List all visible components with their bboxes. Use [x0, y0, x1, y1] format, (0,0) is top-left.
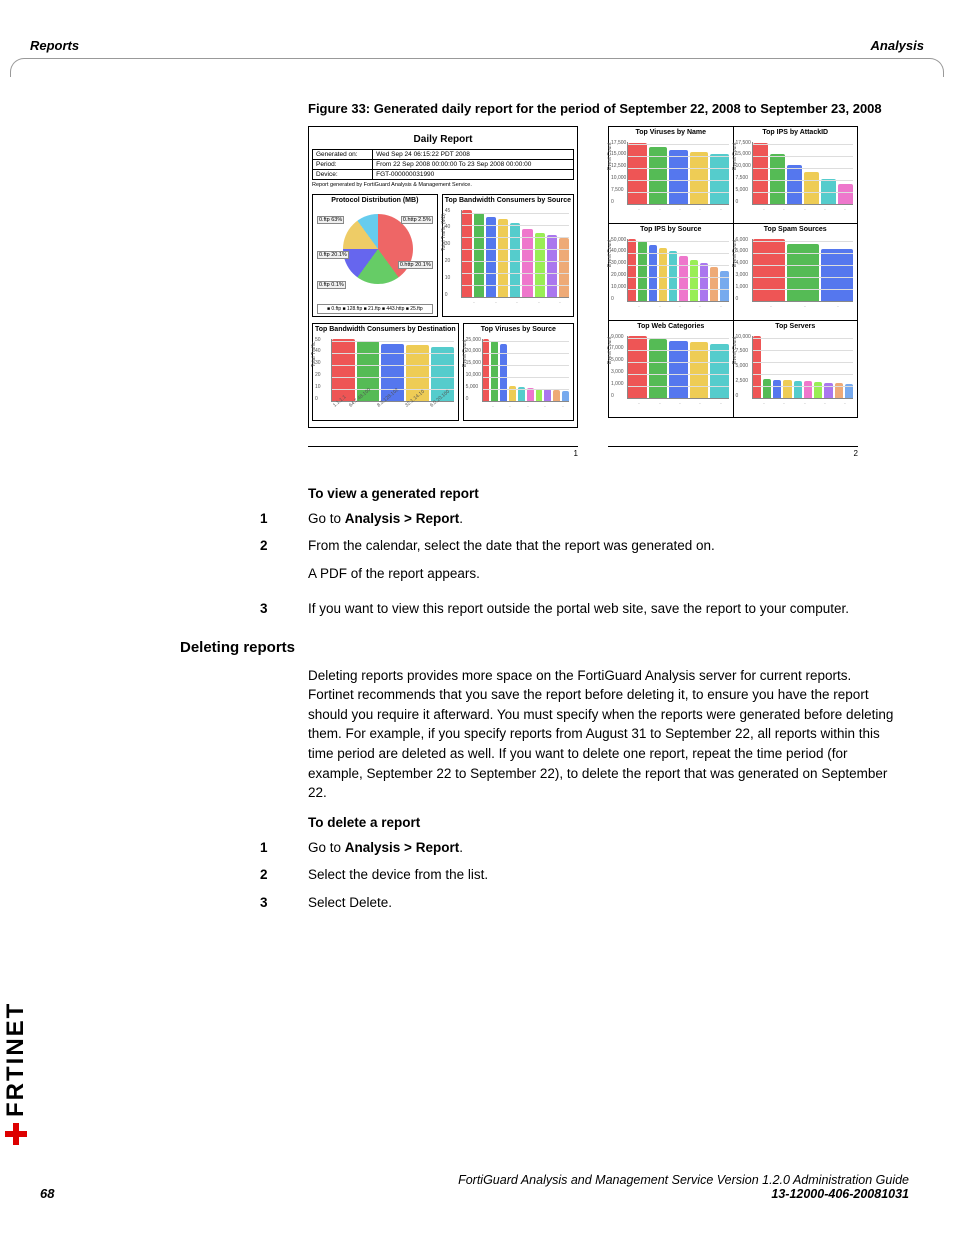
- proc-delete-title: To delete a report: [308, 815, 894, 830]
- device-label: Device:: [313, 169, 373, 179]
- heading-deleting: Deleting reports: [180, 639, 894, 656]
- proc-view-steps: 1Go to Analysis > Report. 2From the cale…: [260, 509, 894, 619]
- step-note: A PDF of the report appears.: [308, 564, 894, 584]
- pie-icon: [343, 214, 413, 284]
- header-right: Analysis: [871, 38, 924, 53]
- chart-title: Top Viruses by Source: [464, 324, 573, 335]
- step-text: From the calendar, select the date that …: [308, 536, 894, 591]
- chart-bw-src: Top Bandwidth Consumers by Source Total …: [442, 194, 574, 317]
- report-page-1: Daily Report Generated on:Wed Sep 24 06:…: [308, 126, 578, 428]
- footer-line1: FortiGuard Analysis and Management Servi…: [30, 1173, 909, 1187]
- pie-label: 0.ftp 63%: [317, 216, 344, 224]
- footer: FortiGuard Analysis and Management Servi…: [30, 1173, 909, 1201]
- chart-title: Top Bandwidth Consumers by Destination: [313, 324, 458, 335]
- period-value: From 22 Sep 2008 00:00:00 To 23 Sep 2008…: [373, 159, 574, 169]
- proc-view-title: To view a generated report: [308, 486, 894, 501]
- report-title: Daily Report: [312, 134, 574, 145]
- pie-label: 0.http 2.5%: [401, 216, 433, 224]
- report-subpage-2: 2: [608, 446, 858, 458]
- chart-title: Top Servers: [734, 321, 858, 332]
- chart-ips-attack: Top IPS by AttackID Event Count 17,50015…: [734, 127, 858, 223]
- device-value: FGT-000000031990: [373, 169, 574, 179]
- footer-line2: 13-12000-406-20081031: [30, 1187, 909, 1201]
- report-info-table: Generated on:Wed Sep 24 06:15:22 PDT 200…: [312, 149, 574, 180]
- chart-protocol-dist: Protocol Distribution (MB) 0.ftp 63% 0.h…: [312, 194, 438, 317]
- report-subpage-1: 1: [308, 446, 578, 458]
- step-text: Select Delete.: [308, 893, 894, 913]
- gen-label: Generated on:: [313, 149, 373, 159]
- pie-legend: ■ 0.ftp ■ 128.ftp ■ 21.ftp ■ 443.http ■ …: [317, 304, 433, 314]
- chart-vir-src: Top Viruses by Source Event Count 25,000…: [463, 323, 574, 421]
- proc-delete-steps: 1Go to Analysis > Report. 2Select the de…: [260, 838, 894, 913]
- chart-title: Top IPS by AttackID: [734, 127, 858, 138]
- chart-vir-name: Top Viruses by Name Event Count 17,50015…: [609, 127, 734, 223]
- page-number: 68: [40, 1186, 54, 1201]
- header-left: Reports: [30, 38, 79, 53]
- step-text: If you want to view this report outside …: [308, 599, 894, 619]
- period-label: Period:: [313, 159, 373, 169]
- chart-title: Top Spam Sources: [734, 224, 858, 235]
- fortinet-icon: [5, 1123, 27, 1145]
- pie-label: 0.ftp 20.1%: [317, 251, 349, 259]
- chart-title: Top Bandwidth Consumers by Source: [443, 195, 573, 206]
- brand-logo: FRTINET: [2, 1002, 30, 1145]
- chart-spam: Top Spam Sources Event Count 6,0005,0004…: [734, 224, 858, 320]
- chart-title: Top IPS by Source: [609, 224, 733, 235]
- chart-title: Top Web Categories: [609, 321, 733, 332]
- chart-ips-src: Top IPS by Source Event Count 50,00040,0…: [609, 224, 734, 320]
- header-rule: [10, 58, 944, 77]
- figure-caption: Figure 33: Generated daily report for th…: [308, 100, 894, 118]
- pie-label: 0.ftp 0.1%: [317, 281, 346, 289]
- chart-bw-dst: Top Bandwidth Consumers by Destination T…: [312, 323, 459, 421]
- chart-servers: Top Servers Event Count 10,0007,5005,000…: [734, 321, 858, 417]
- chart-web: Top Web Categories Event Count 9,0007,00…: [609, 321, 734, 417]
- report-page-2: Top Viruses by Name Event Count 17,50015…: [608, 126, 858, 418]
- pie-label: 0.http 20.1%: [398, 261, 433, 269]
- step-text: Go to Analysis > Report.: [308, 509, 894, 529]
- deleting-para: Deleting reports provides more space on …: [308, 666, 894, 803]
- step-text: Select the device from the list.: [308, 865, 894, 885]
- step-text: Go to Analysis > Report.: [308, 838, 894, 858]
- chart-title: Protocol Distribution (MB): [313, 195, 437, 206]
- figure-area: Daily Report Generated on:Wed Sep 24 06:…: [308, 126, 894, 428]
- chart-title: Top Viruses by Name: [609, 127, 733, 138]
- gen-note: Report generated by FortiGuard Analysis …: [312, 182, 574, 188]
- gen-value: Wed Sep 24 06:15:22 PDT 2008: [373, 149, 574, 159]
